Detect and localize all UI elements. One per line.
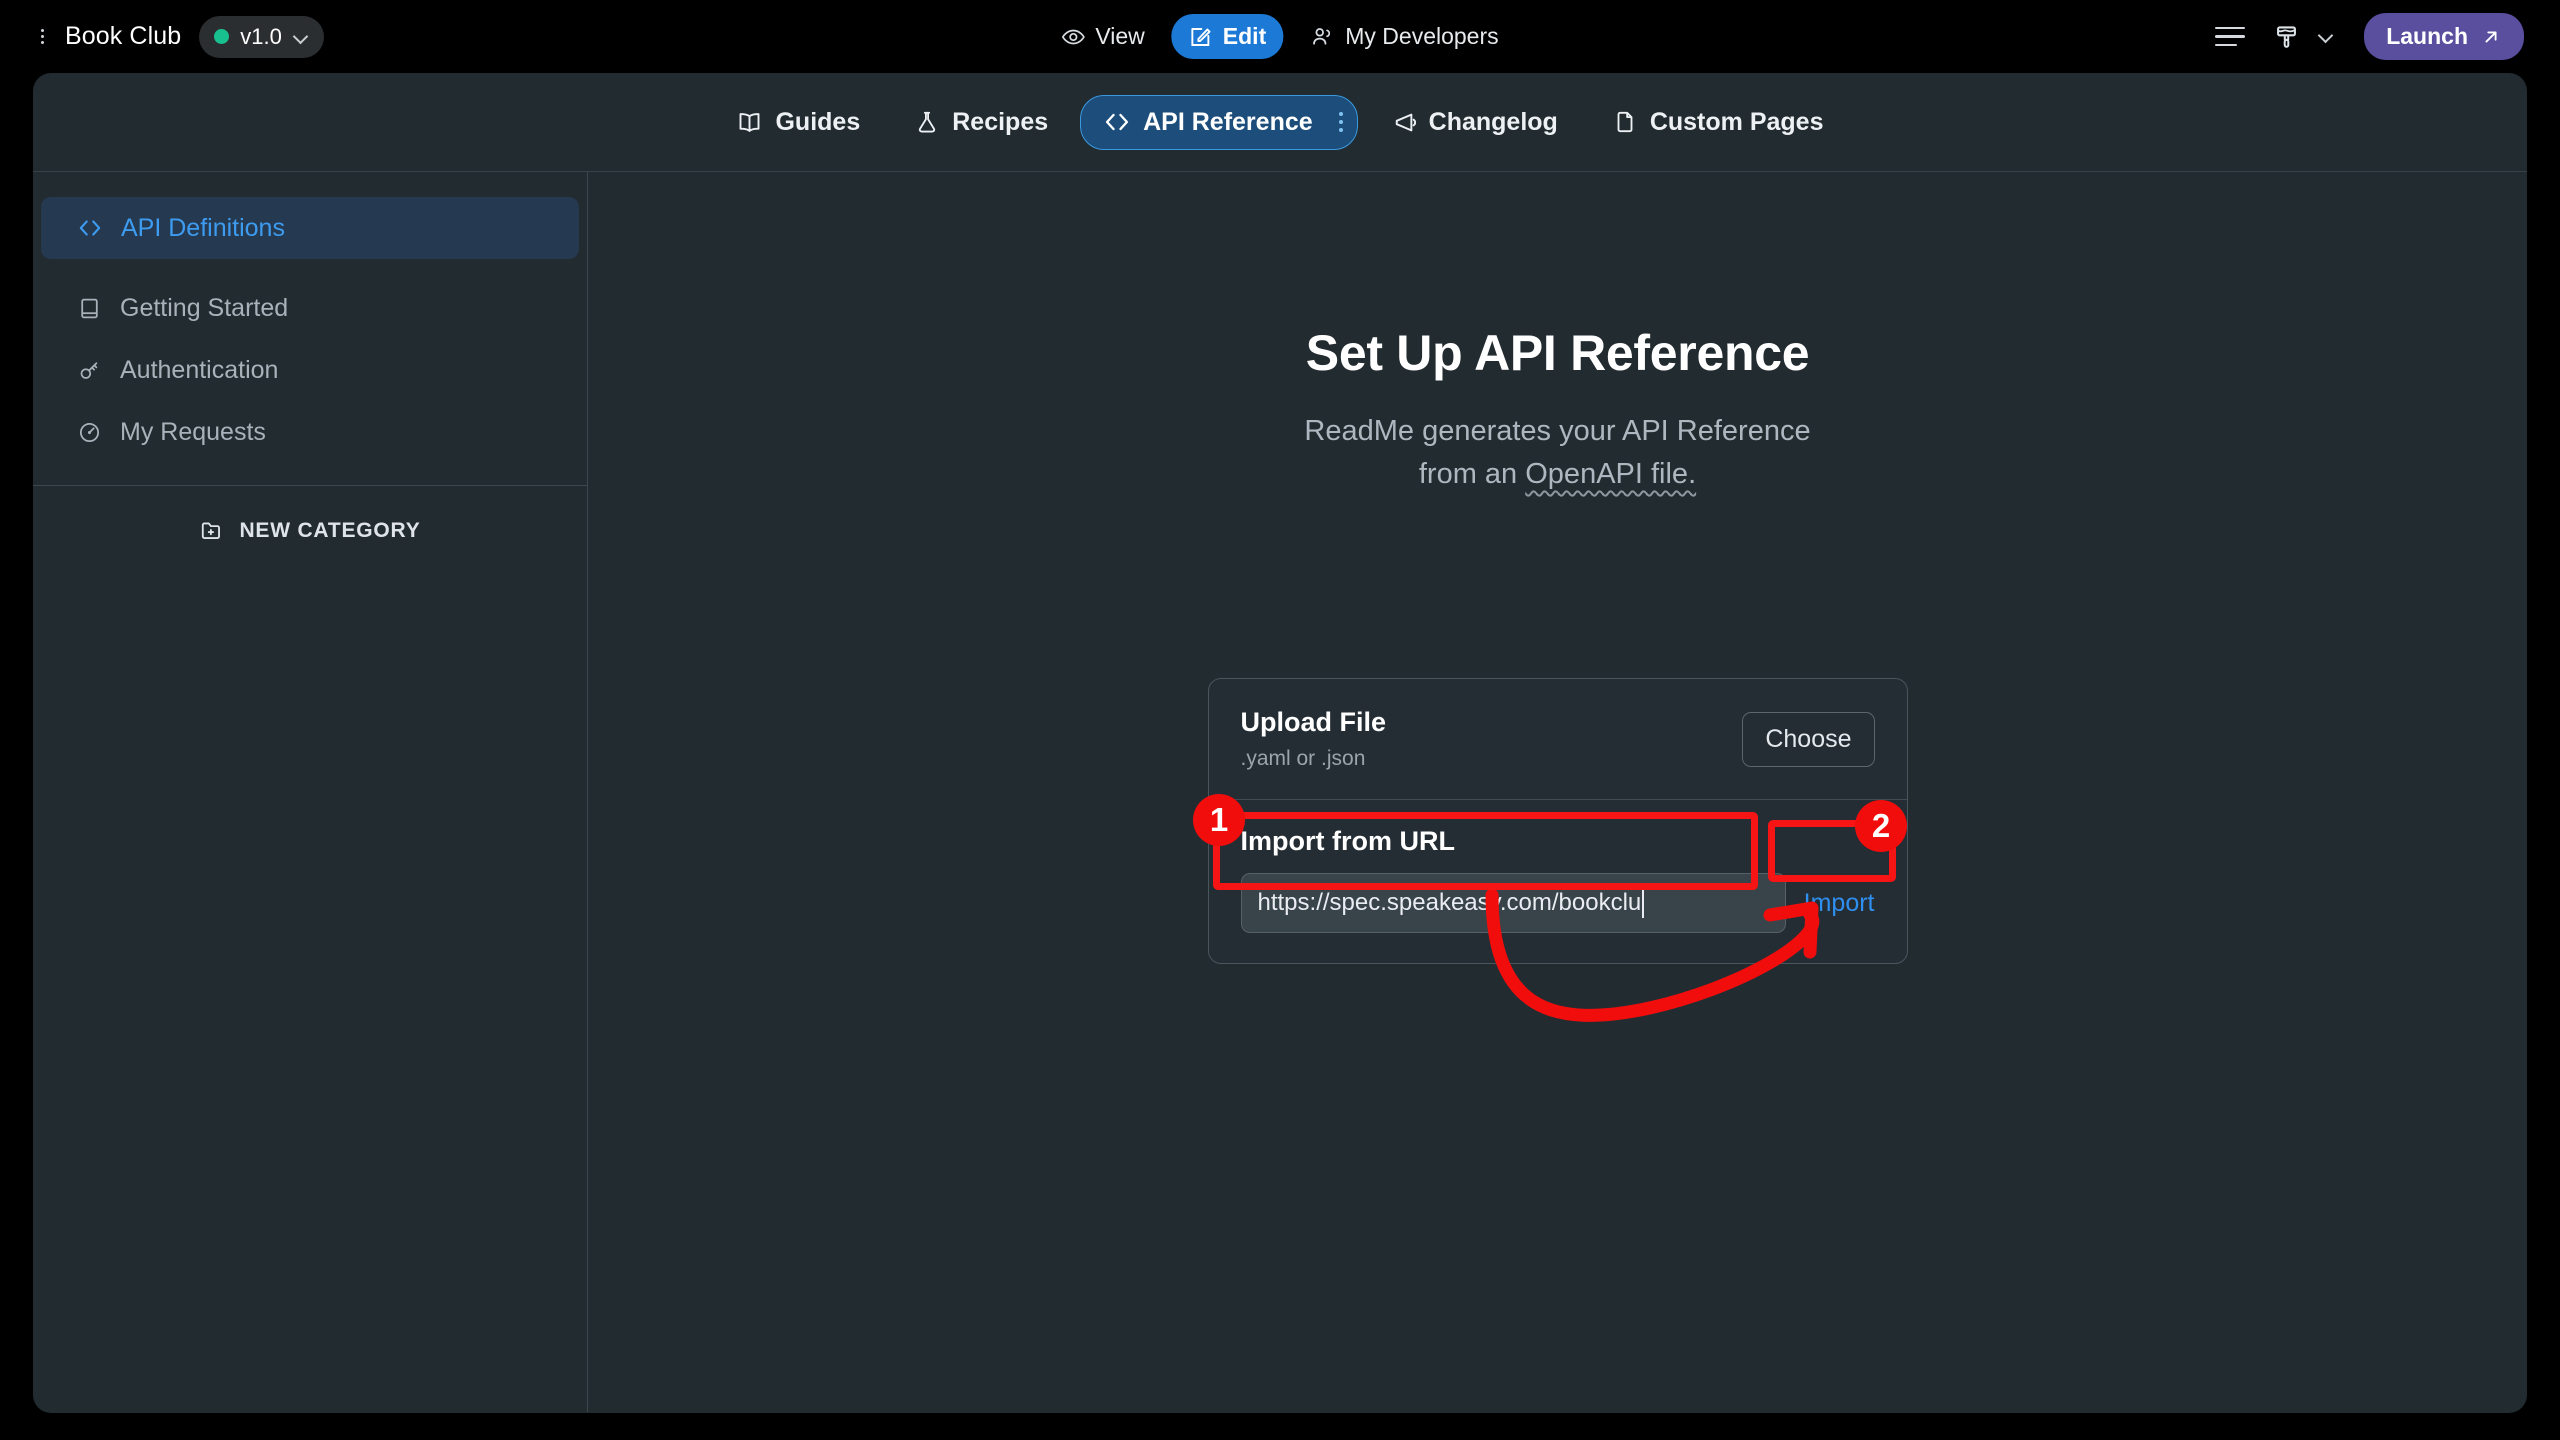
tab-recipes-label: Recipes [952, 108, 1048, 137]
sidebar-item-label: My Requests [120, 418, 266, 447]
import-url-title: Import from URL [1241, 826, 1875, 857]
upload-file-title: Upload File [1241, 707, 1387, 738]
file-icon [1612, 109, 1638, 135]
sidebar-item-authentication[interactable]: Authentication [33, 339, 587, 401]
tab-recipes[interactable]: Recipes [892, 96, 1070, 149]
hamburger-menu-icon[interactable] [2215, 27, 2245, 47]
page-subtitle-line2-prefix: from an [1419, 458, 1525, 490]
tab-api-reference-kebab-icon[interactable] [1339, 112, 1343, 132]
upload-file-subtitle: .yaml or .json [1241, 747, 1387, 771]
tab-api-reference[interactable]: API Reference [1080, 95, 1358, 150]
header-left-group: Book Club v1.0 [38, 16, 324, 58]
book-closed-icon [77, 296, 102, 321]
tab-custom-pages-label: Custom Pages [1650, 108, 1824, 137]
code-brackets-icon [77, 215, 103, 241]
header-right-group: Launch [2215, 13, 2524, 60]
app-root: Book Club v1.0 View Edit [0, 0, 2560, 1440]
flask-icon [914, 109, 940, 135]
import-url-section: Import from URL https://spec.speakeasy.c… [1209, 800, 1907, 963]
sidebar-divider [33, 485, 587, 486]
chevron-down-icon [2318, 28, 2336, 46]
mode-my-developers-button[interactable]: My Developers [1293, 14, 1515, 59]
megaphone-icon [1390, 109, 1417, 136]
sidebar-item-label: Authentication [120, 356, 278, 385]
tab-changelog-label: Changelog [1429, 108, 1558, 137]
code-brackets-icon [1103, 108, 1131, 136]
page-title: Set Up API Reference [588, 324, 2527, 382]
key-icon [77, 358, 102, 383]
upload-file-text-group: Upload File .yaml or .json [1241, 707, 1387, 771]
kebab-menu-icon[interactable] [38, 25, 47, 48]
theme-picker-button[interactable] [2273, 23, 2336, 51]
launch-button[interactable]: Launch [2364, 13, 2524, 60]
sidebar-item-getting-started[interactable]: Getting Started [33, 277, 587, 339]
launch-label: Launch [2386, 23, 2468, 50]
annotation-badge-2: 2 [1855, 800, 1907, 852]
eye-icon [1061, 25, 1085, 49]
tab-guides-label: Guides [775, 108, 860, 137]
url-input[interactable]: https://spec.speakeasy.com/bookclu [1241, 873, 1786, 933]
version-label: v1.0 [240, 24, 282, 50]
tab-custom-pages[interactable]: Custom Pages [1590, 96, 1846, 149]
people-icon [1310, 24, 1335, 49]
mode-edit-label: Edit [1223, 23, 1266, 50]
annotation-badge-1: 1 [1193, 794, 1245, 846]
section-nav-bar: Guides Recipes API Reference [33, 73, 2527, 172]
sidebar-item-label: API Definitions [121, 214, 285, 243]
sidebar-item-my-requests[interactable]: My Requests [33, 401, 587, 463]
page-subtitle: ReadMe generates your API Reference from… [588, 410, 2527, 496]
api-setup-card: Upload File .yaml or .json Choose Import… [1208, 678, 1908, 964]
tab-api-reference-label: API Reference [1143, 108, 1313, 137]
mode-view-label: View [1095, 23, 1144, 50]
top-header-bar: Book Club v1.0 View Edit [0, 0, 2560, 73]
content-shell: Guides Recipes API Reference [33, 73, 2527, 1413]
new-category-label: NEW CATEGORY [239, 519, 420, 543]
page-subtitle-line1: ReadMe generates your API Reference [1304, 415, 1810, 447]
version-selector[interactable]: v1.0 [199, 16, 324, 58]
choose-file-button[interactable]: Choose [1742, 712, 1874, 767]
gauge-icon [77, 420, 102, 445]
mode-edit-button[interactable]: Edit [1172, 14, 1283, 59]
main-content: Set Up API Reference ReadMe generates yo… [588, 172, 2527, 1412]
body-split: API Definitions Getting Started [33, 172, 2527, 1412]
mode-my-developers-label: My Developers [1345, 23, 1498, 50]
mode-switcher: View Edit My Developers [1044, 14, 1515, 59]
spacer [33, 259, 587, 277]
sidebar-list: API Definitions Getting Started [33, 172, 587, 463]
project-name: Book Club [65, 22, 181, 51]
sidebar-item-label: Getting Started [120, 294, 288, 323]
tab-guides[interactable]: Guides [714, 96, 882, 149]
sidebar: API Definitions Getting Started [33, 172, 588, 1412]
book-icon [736, 109, 763, 136]
chevron-down-icon [293, 29, 308, 44]
mode-view-button[interactable]: View [1044, 14, 1161, 59]
upload-file-row: Upload File .yaml or .json Choose [1209, 679, 1907, 799]
hero-section: Set Up API Reference ReadMe generates yo… [588, 172, 2527, 496]
pencil-square-icon [1189, 25, 1213, 49]
arrow-up-right-icon [2480, 26, 2502, 48]
page-subtitle-spellcheck-text: OpenAPI file. [1525, 458, 1696, 490]
import-url-row: https://spec.speakeasy.com/bookclu Impor… [1241, 873, 1875, 933]
new-category-button[interactable]: NEW CATEGORY [33, 518, 587, 544]
folder-plus-icon [199, 518, 225, 544]
import-button[interactable]: Import [1804, 889, 1875, 918]
sidebar-item-api-definitions[interactable]: API Definitions [41, 197, 579, 259]
text-caret [1642, 888, 1644, 918]
paintbrush-icon [2273, 23, 2300, 51]
status-dot-icon [214, 29, 229, 44]
tab-changelog[interactable]: Changelog [1368, 96, 1580, 149]
url-input-value: https://spec.speakeasy.com/bookclu [1258, 889, 1642, 917]
